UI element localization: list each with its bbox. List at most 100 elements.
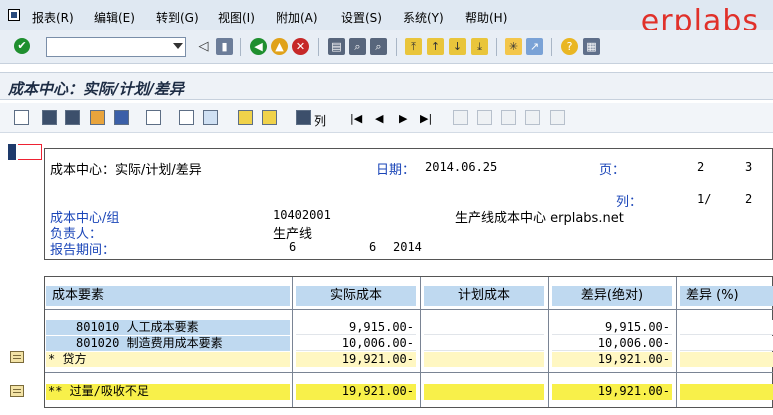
layout-icon[interactable]: ▦	[583, 38, 600, 55]
subtotal-row-element[interactable]: * 贷方	[46, 352, 290, 367]
expand-node-icon[interactable]	[10, 351, 24, 363]
cursor-marker	[8, 144, 16, 160]
last-column-icon[interactable]: ▶|	[420, 112, 432, 125]
table-row-actual[interactable]: 9,915.00-	[296, 320, 416, 335]
table-row-actual[interactable]: 10,006.00-	[296, 336, 416, 351]
navigate-icon[interactable]	[42, 110, 57, 125]
menu-bar: 报表(R) 编辑(E) 转到(G) 视图(I) 附加(A) 设置(S) 系统(Y…	[0, 0, 773, 39]
command-input[interactable]	[49, 39, 167, 55]
find-icon[interactable]: ⌕	[349, 38, 366, 55]
column-header-variance[interactable]: 差异(绝对)	[552, 286, 672, 306]
toolbar-separator	[551, 38, 552, 56]
select-icon[interactable]	[179, 110, 194, 125]
menu-extras[interactable]: 附加(A)	[276, 9, 318, 26]
print-icon[interactable]: ▤	[328, 38, 345, 55]
collapse-all-icon[interactable]	[477, 110, 492, 125]
expand-icon[interactable]	[453, 110, 468, 125]
column-header-element[interactable]: 成本要素	[46, 286, 290, 306]
info-icon[interactable]	[114, 110, 129, 125]
menu-goto[interactable]: 转到(G)	[156, 9, 199, 26]
column-value: 1/	[697, 192, 712, 206]
total-row-actual[interactable]: 19,921.00-	[296, 384, 416, 400]
ok-icon[interactable]: ✔	[14, 38, 30, 54]
back-icon[interactable]: ◀	[250, 38, 267, 55]
find-next-icon[interactable]: ⌕	[370, 38, 387, 55]
find-column-icon[interactable]	[296, 110, 311, 125]
previous-column-icon[interactable]: ◀	[375, 112, 383, 125]
drilldown-icon[interactable]	[65, 110, 80, 125]
menu-settings[interactable]: 设置(S)	[341, 9, 382, 26]
menu-help[interactable]: 帮助(H)	[465, 9, 507, 26]
total-divider	[45, 372, 773, 373]
table-row-plan[interactable]	[424, 336, 544, 351]
columns-label[interactable]: 列	[314, 112, 326, 129]
table-row-percent[interactable]	[680, 320, 773, 335]
command-field[interactable]	[46, 37, 186, 57]
table-row-variance[interactable]: 9,915.00-	[552, 320, 672, 335]
toolbar-separator	[396, 38, 397, 56]
title-bar: 成本中心：实际/计划/差异	[0, 72, 773, 100]
spreadsheet-icon[interactable]	[90, 110, 105, 125]
selection-bracket	[18, 144, 42, 160]
filter-icon[interactable]	[146, 110, 161, 125]
menu-view[interactable]: 视图(I)	[218, 9, 255, 26]
next-page-icon[interactable]: ↓	[449, 38, 466, 55]
exit-icon[interactable]: ▲	[271, 38, 288, 55]
menu-edit[interactable]: 编辑(E)	[94, 9, 135, 26]
save-icon[interactable]: ▮	[216, 38, 233, 55]
table-row-variance[interactable]: 10,006.00-	[552, 336, 672, 351]
date-label: 日期：	[376, 163, 416, 178]
new-session-icon[interactable]: ✳	[505, 38, 522, 55]
subtotal-row-plan[interactable]	[424, 352, 544, 367]
system-toolbar: ✔ ◁ ▮ ◀ ▲ ✕ ▤ ⌕ ⌕ ⤒ ↑ ↓ ⤓ ✳ ↗ ? ▦	[0, 30, 773, 64]
first-page-icon[interactable]: ⤒	[405, 38, 422, 55]
previous-page-icon[interactable]: ↑	[427, 38, 444, 55]
first-column-icon[interactable]: |◀	[350, 112, 362, 125]
column-divider	[292, 277, 293, 407]
application-toolbar: 列 |◀ ◀ ▶ ▶|	[0, 103, 773, 133]
report-name: 成本中心：实际/计划/差异	[50, 163, 202, 178]
toolbar-separator	[318, 38, 319, 56]
menu-system[interactable]: 系统(Y)	[403, 9, 444, 26]
header-divider	[45, 309, 773, 310]
columns-icon[interactable]	[203, 110, 218, 125]
print-preview-icon[interactable]	[238, 110, 253, 125]
sort-icon[interactable]	[262, 110, 277, 125]
expand-node-icon[interactable]	[10, 385, 24, 397]
subtotal-row-variance[interactable]: 19,921.00-	[552, 352, 672, 367]
last-page-icon[interactable]: ⤓	[471, 38, 488, 55]
total-row-variance[interactable]: 19,921.00-	[552, 384, 672, 400]
tree-level-icon[interactable]	[550, 110, 565, 125]
expand-all-icon[interactable]	[501, 110, 516, 125]
collapse-icon[interactable]: ◁	[195, 38, 212, 55]
subtotal-row-percent[interactable]	[680, 352, 773, 367]
period-from: 6	[289, 240, 297, 254]
page-label: 页：	[599, 163, 626, 178]
cancel-icon[interactable]: ✕	[292, 38, 309, 55]
chevron-down-icon[interactable]	[173, 43, 183, 49]
hierarchy-icon[interactable]	[14, 110, 29, 125]
table-row-element[interactable]: 801020 制造费用成本要素	[46, 336, 290, 351]
column-header-percent[interactable]: 差异 (%)	[680, 286, 773, 306]
column-divider	[420, 277, 421, 407]
total-row-percent[interactable]	[680, 384, 773, 400]
cost-center-value: 10402001	[273, 208, 331, 222]
table-row-element[interactable]: 801010 人工成本要素	[46, 320, 290, 335]
column-header-actual[interactable]: 实际成本	[296, 286, 416, 306]
page-value: 2	[697, 160, 705, 174]
period-year: 2014	[393, 240, 422, 254]
sap-logo-icon[interactable]	[8, 9, 20, 21]
subtotal-row-actual[interactable]: 19,921.00-	[296, 352, 416, 367]
help-icon[interactable]: ?	[561, 38, 578, 55]
next-column-icon[interactable]: ▶	[399, 112, 407, 125]
column-header-plan[interactable]: 计划成本	[424, 286, 544, 306]
subtree-icon[interactable]	[525, 110, 540, 125]
table-row-plan[interactable]	[424, 320, 544, 335]
menu-report[interactable]: 报表(R)	[32, 9, 74, 26]
table-row-percent[interactable]	[680, 336, 773, 351]
page-title: 成本中心：实际/计划/差异	[8, 80, 184, 98]
column-total: 2	[745, 192, 753, 206]
total-row-plan[interactable]	[424, 384, 544, 400]
shortcut-icon[interactable]: ↗	[526, 38, 543, 55]
total-row-element[interactable]: ** 过量/吸收不足	[46, 384, 290, 400]
